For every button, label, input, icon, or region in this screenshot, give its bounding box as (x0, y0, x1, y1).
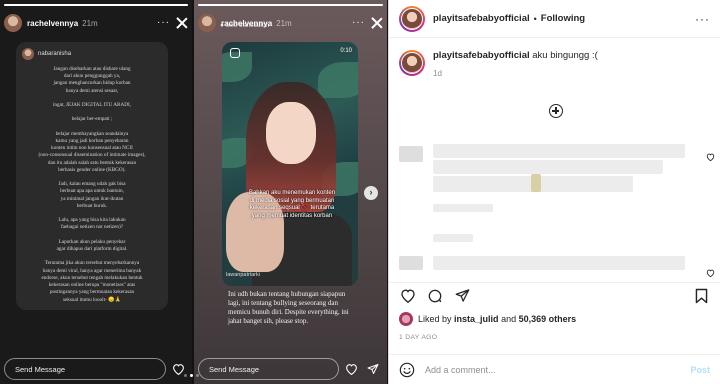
pager-dot (184, 374, 187, 377)
post-actions (389, 282, 720, 304)
send-icon[interactable] (363, 359, 383, 379)
close-icon[interactable] (176, 17, 188, 29)
comment-input[interactable]: Add a comment... (425, 365, 690, 375)
caption-username[interactable]: playitsafebabyofficial (433, 50, 530, 61)
background-leaf (318, 62, 358, 98)
comment-like-icon[interactable] (706, 148, 716, 162)
avatar[interactable] (4, 14, 22, 32)
video-timestamp: 0:10 (340, 48, 352, 54)
story-progress-fill (198, 4, 383, 6)
close-icon[interactable] (371, 17, 383, 29)
comment-icon[interactable] (426, 287, 444, 305)
post-username[interactable]: playitsafebabyofficial (433, 13, 530, 24)
more-options-icon[interactable]: ··· (695, 12, 710, 26)
emoji-icon[interactable] (399, 362, 415, 378)
video-credit: lawanpatriarki (226, 272, 260, 278)
caption-text: playitsafebabyofficial aku bingungg :( (433, 50, 598, 61)
comment-avatar-blurred (399, 256, 423, 270)
story-progress-bar (198, 4, 383, 6)
comment-emoji-blurred (531, 174, 541, 192)
avatar[interactable] (198, 14, 216, 32)
post-caption: playitsafebabyofficial aku bingungg :( 1… (389, 38, 720, 78)
following-button[interactable]: Following (541, 13, 585, 24)
caption-body: aku bingungg :( (532, 50, 598, 61)
reshared-post-card: nabaranisha Jangan disebarkan atau disha… (16, 42, 168, 310)
story-reply-bar: Send Message (4, 358, 188, 380)
share-icon[interactable] (453, 287, 471, 305)
see-translation-link[interactable]: ● See translation (220, 22, 269, 29)
post-panel: playitsafebabyofficial • Following ··· p… (388, 0, 720, 384)
comment-text-blurred (433, 256, 685, 270)
next-story-button[interactable]: › (364, 186, 378, 200)
reshared-post-text: Jangan disebarkan atau dishare ulang dar… (38, 66, 146, 303)
see-translation-label: See translation (225, 22, 270, 29)
caption-age: 1d (433, 69, 442, 78)
comment-text-blurred (433, 160, 663, 174)
post-header: playitsafebabyofficial • Following ··· (389, 0, 720, 38)
liked-by-mid: and (501, 314, 517, 324)
story-progress-bar (4, 4, 188, 6)
story-progress-fill (4, 4, 188, 6)
video-person-face (266, 102, 316, 164)
send-message-input[interactable]: Send Message (4, 358, 166, 380)
screen: rachelvennya 21m ··· nabaranisha Jangan … (0, 0, 720, 384)
story-time: 21m (82, 18, 98, 28)
avatar[interactable] (399, 312, 413, 326)
comment-meta-blurred (433, 204, 493, 212)
heart-icon[interactable] (399, 287, 417, 305)
separator-dot: • (533, 13, 537, 24)
add-comment-bar: Add a comment... Post (389, 354, 720, 384)
bookmark-icon[interactable] (692, 287, 710, 305)
comment-like-icon[interactable] (706, 264, 716, 278)
video-player[interactable]: 0:10 Bahkan aku menemukan konten di medi… (222, 42, 358, 286)
more-options-icon[interactable]: ··· (352, 18, 365, 28)
pager-dot (196, 374, 199, 377)
avatar[interactable] (399, 50, 425, 76)
story-caption: Ini udh bukan tentang hubungan siapapun … (228, 290, 349, 325)
post-comment-button[interactable]: Post (690, 365, 710, 375)
avatar (22, 48, 34, 60)
heart-icon[interactable] (341, 359, 361, 379)
likes-summary: Liked by insta_julid and 50,369 others (399, 312, 576, 326)
more-options-icon[interactable]: ··· (157, 18, 170, 28)
video-app-icon (230, 48, 240, 58)
story-viewer: rachelvennya 21m ··· nabaranisha Jangan … (0, 0, 388, 384)
likes-count[interactable]: 50,369 others (519, 314, 577, 324)
pager-dot-active (190, 374, 193, 377)
liked-by-prefix: Liked by (418, 314, 452, 324)
comment-text-blurred (433, 144, 685, 158)
story-left[interactable]: rachelvennya 21m ··· nabaranisha Jangan … (0, 0, 192, 384)
post-date[interactable]: 1 DAY AGO (399, 334, 437, 341)
story-time: 21m (276, 18, 292, 28)
story-pager-dots (184, 374, 199, 377)
comment-meta-blurred (433, 234, 473, 242)
story-header: rachelvennya 21m ··· (4, 12, 188, 34)
avatar[interactable] (399, 5, 425, 32)
story-reply-bar: Send Message (198, 358, 383, 380)
story-username[interactable]: rachelvennya (27, 19, 78, 28)
send-message-input[interactable]: Send Message (198, 358, 339, 380)
reshared-username: nabaranisha (38, 51, 72, 57)
load-more-comments-icon[interactable] (549, 104, 563, 118)
liked-by-user[interactable]: insta_julid (454, 314, 499, 324)
video-overlay-text: Bahkan aku menemukan konten di media sos… (248, 190, 336, 219)
comment-avatar-blurred (399, 146, 423, 162)
